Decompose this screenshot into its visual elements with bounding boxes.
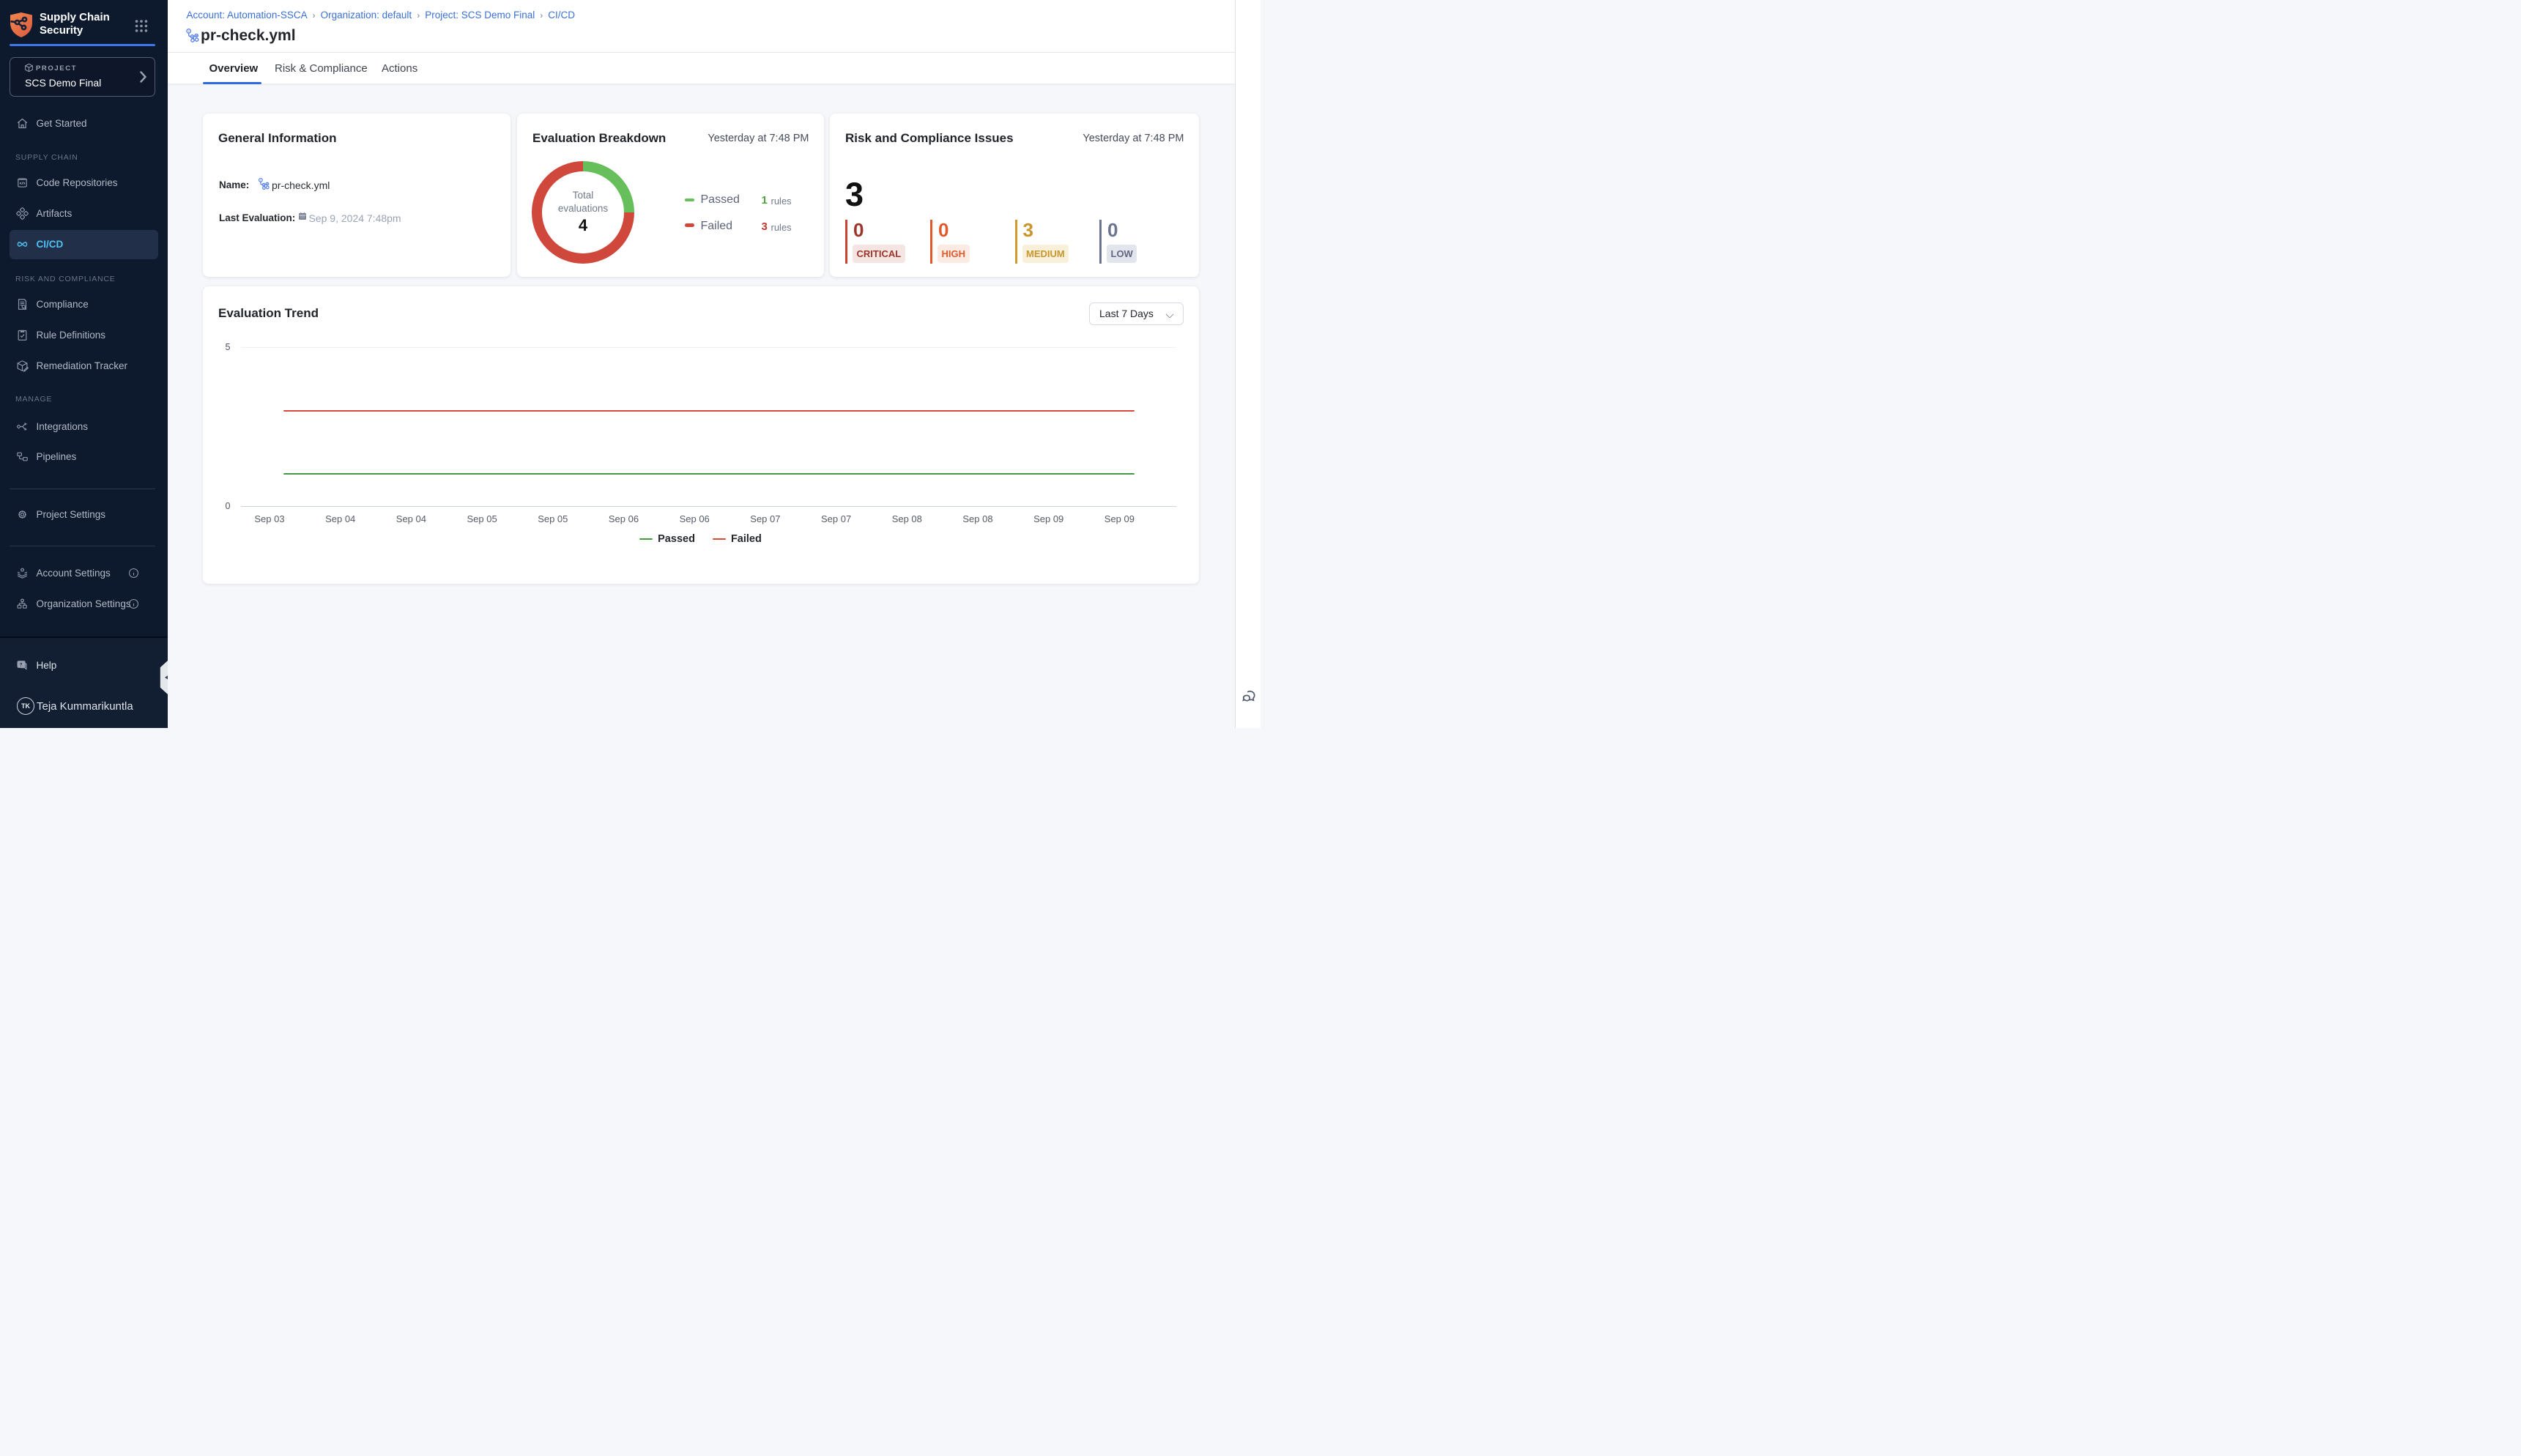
svg-text:?: ? [20, 663, 23, 668]
